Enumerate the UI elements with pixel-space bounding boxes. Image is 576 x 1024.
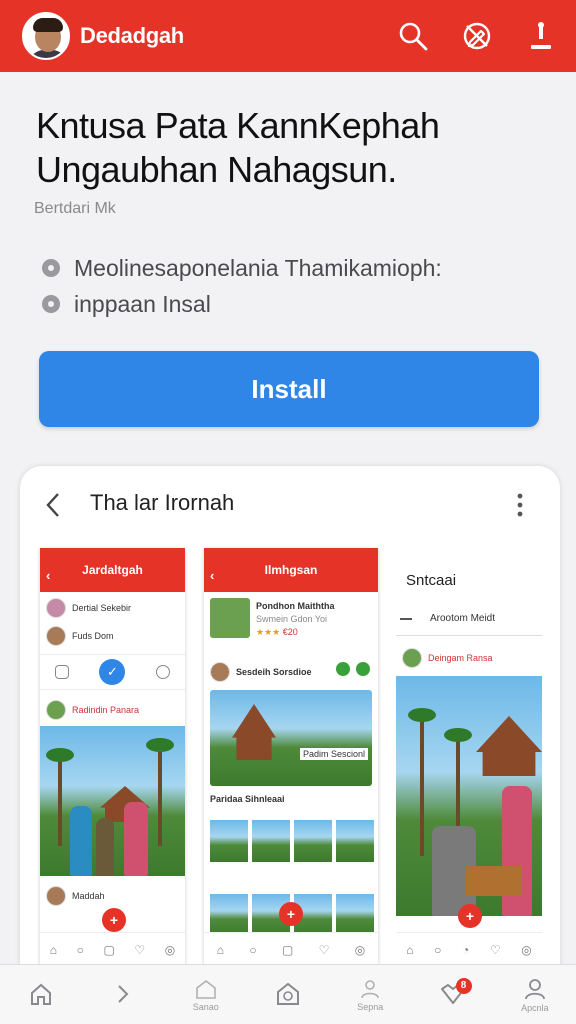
install-button[interactable]: Install [39, 351, 539, 427]
nav-favorites[interactable]: 8 [428, 970, 478, 1020]
bottom-nav: Sanao Sepna 8 Apcnla [0, 964, 576, 1024]
nav-sanao[interactable]: Sanao [181, 970, 231, 1020]
add-button: + [102, 908, 126, 932]
download-icon[interactable] [524, 19, 558, 53]
feature-list: Meolinesaponelania Thamikamioph: inppaan… [42, 250, 442, 322]
house-plus-icon [276, 982, 299, 1005]
profile-icon [524, 978, 545, 999]
page-subtitle: Bertdari Mk [34, 200, 116, 217]
chevron-icon [118, 984, 129, 1003]
home-icon [31, 983, 52, 1005]
screenshot-2[interactable]: ‹ Ilmhgsan Pondhon Maiththa Swmein Gdon Y… [204, 548, 378, 966]
notification-badge: 8 [455, 977, 472, 994]
check-icon: ✓ [99, 659, 126, 685]
feature-item: Meolinesaponelania Thamikamioph: [42, 250, 442, 286]
search-icon[interactable] [396, 19, 430, 53]
list-item: Radindin Panara [40, 696, 185, 724]
nav-sepna[interactable]: Sepna [345, 970, 395, 1020]
nav-create[interactable] [263, 970, 313, 1020]
back-icon[interactable] [40, 488, 66, 522]
app-header: Dedadgah [0, 0, 576, 72]
bullet-icon [42, 295, 60, 313]
list-item: Fuds Dom [40, 622, 185, 650]
avatar[interactable] [22, 12, 70, 60]
preview-card: Tha lar Irornah ‹ Jardaltgah Dertial Seke… [20, 466, 560, 1024]
back-icon: ‹ [46, 568, 51, 583]
screenshot-3[interactable]: Sntcaai Arootom Meidt Deingam Ransa + ⌂ ○… [396, 562, 542, 966]
user-icon [361, 979, 380, 998]
feature-item: inppaan Insal [42, 286, 442, 322]
page-title: Kntusa Pata KannKephah Ungaubhan Nahagsu… [36, 105, 440, 190]
list-item: Maddah [40, 882, 111, 910]
app-name: Dedadgah [80, 23, 184, 48]
list-item: Sesdeih Sorsdioe [204, 658, 318, 686]
nav-back[interactable] [98, 970, 148, 1020]
bullet-icon [42, 259, 60, 277]
no-edit-icon[interactable] [460, 19, 494, 53]
screenshot-1[interactable]: ‹ Jardaltgah Dertial Sekebir Fuds Dom ✓ R… [40, 548, 185, 966]
preview-title: Tha lar Irornah [90, 490, 235, 515]
nav-home[interactable] [16, 970, 66, 1020]
nav-profile[interactable]: Apcnla [510, 970, 560, 1020]
list-item: Dertial Sekebir [40, 594, 185, 622]
house-outline-icon [195, 979, 216, 999]
more-icon[interactable] [512, 490, 528, 520]
